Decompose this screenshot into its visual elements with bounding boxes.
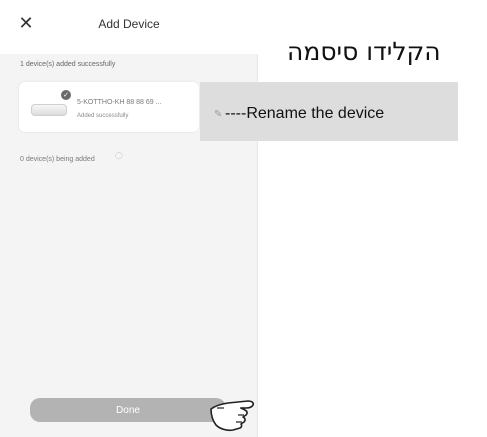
screenshot-stage: ✕ Add Device 1 device(s) added successfu… xyxy=(0,0,487,437)
loading-spinner-icon: ◌ xyxy=(115,151,123,161)
page-title: Add Device xyxy=(98,17,160,31)
rename-annotation: ----Rename the device xyxy=(225,104,384,124)
hand-pointer-icon xyxy=(210,400,255,432)
done-button[interactable]: Done xyxy=(30,398,226,422)
device-name: 5-KOTTHO-KH 88 88 69 ... xyxy=(77,99,162,106)
device-icon xyxy=(31,104,67,116)
close-icon[interactable]: ✕ xyxy=(16,14,36,34)
success-summary: 1 device(s) added successfully xyxy=(20,61,116,68)
device-status: Added successfully xyxy=(77,113,129,119)
phone-screen: ✕ Add Device 1 device(s) added successfu… xyxy=(0,0,258,437)
device-card[interactable]: ✓ 5-KOTTHO-KH 88 88 69 ... Added success… xyxy=(19,82,199,132)
app-header: ✕ Add Device xyxy=(0,0,258,54)
annotation-arrow-prefix: ---- xyxy=(225,105,247,122)
hebrew-heading: הקלידו סיסמה xyxy=(287,37,441,66)
rename-annotation-text: Rename the device xyxy=(246,105,385,122)
adding-summary: 0 device(s) being added xyxy=(20,156,95,163)
check-icon: ✓ xyxy=(61,90,71,100)
